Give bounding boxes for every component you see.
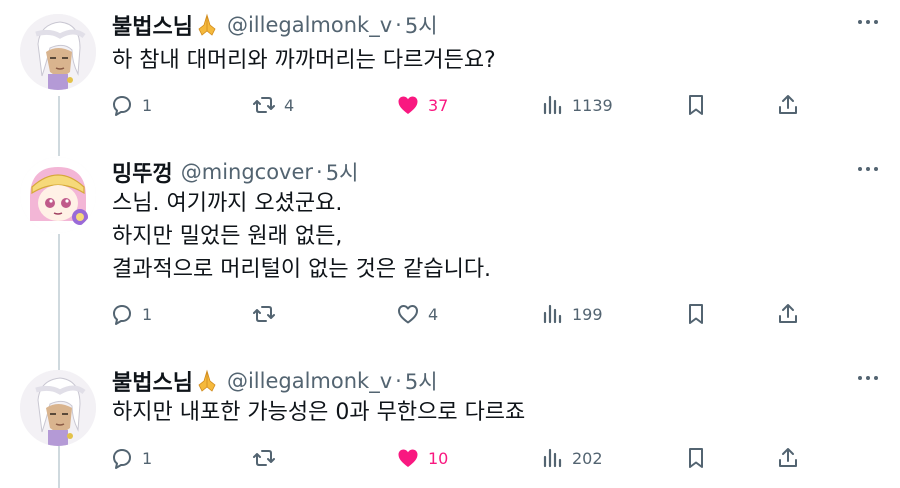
tweet-line: 결과적으로 머리털이 없는 것은 같습니다.: [112, 257, 492, 282]
analytics-icon: [543, 304, 562, 324]
tweet-text: 스님. 여기까지 오셨군요. 하지만 밀었든 원래 없든, 결과적으로 머리털이…: [112, 187, 491, 286]
retweet-button[interactable]: 4: [252, 90, 294, 120]
share-icon: [779, 95, 797, 114]
more-options-icon[interactable]: [858, 376, 878, 380]
heart-filled-icon: [398, 449, 418, 467]
reply-count: 1: [142, 95, 153, 115]
views-button[interactable]: 199: [540, 299, 603, 329]
bookmark-button[interactable]: [684, 90, 708, 120]
tweet-text: 하지만 내포한 가능성은 0과 무한으로 다르죠: [112, 396, 525, 429]
user-handle[interactable]: @illegalmonk_v: [227, 369, 392, 393]
retweet-button[interactable]: [252, 443, 284, 473]
folded-hands-emoji: [195, 13, 219, 37]
bookmark-icon: [689, 95, 703, 115]
tweet-text: 하 참내 대머리와 까까머리는 다르거든요?: [112, 44, 496, 77]
avatar[interactable]: [20, 14, 96, 90]
analytics-icon: [543, 95, 562, 115]
like-count: 37: [428, 95, 449, 115]
display-name[interactable]: 밍뚜껑: [112, 156, 173, 188]
tweet[interactable]: 밍뚜껑 @mingcover · 5시 스님. 여기까지 오셨군요. 하지만 밀…: [0, 157, 900, 337]
retweet-icon: [253, 450, 275, 466]
bookmark-button[interactable]: [684, 299, 708, 329]
more-options-icon[interactable]: [858, 167, 878, 171]
more-options-icon[interactable]: [858, 20, 878, 24]
reply-icon: [113, 449, 131, 469]
view-count: 202: [572, 448, 603, 468]
view-count: 199: [572, 304, 603, 324]
dot-separator: ·: [395, 369, 402, 393]
tweet-header: 밍뚜껑 @mingcover · 5시: [112, 157, 358, 187]
tweet[interactable]: 불법스님 @illegalmonk_v · 5시 하지만 내포한 가능성은 0과…: [0, 366, 900, 486]
retweet-icon: [253, 97, 275, 113]
heart-outline-icon: [398, 305, 418, 324]
retweet-button[interactable]: [252, 299, 284, 329]
reply-button[interactable]: 1: [110, 90, 152, 120]
like-button[interactable]: 4: [396, 299, 438, 329]
share-button[interactable]: [776, 90, 800, 120]
view-count: 1139: [572, 95, 613, 115]
like-button[interactable]: 37: [396, 90, 448, 120]
avatar[interactable]: [20, 157, 96, 233]
share-icon: [779, 448, 797, 467]
reply-count: 1: [142, 304, 153, 324]
like-count: 4: [428, 304, 439, 324]
like-count: 10: [428, 448, 449, 468]
action-bar: 1 4 199: [0, 299, 900, 329]
user-handle[interactable]: @mingcover: [181, 160, 313, 184]
share-button[interactable]: [776, 443, 800, 473]
dot-separator: ·: [316, 160, 323, 184]
tweet-header: 불법스님 @illegalmonk_v · 5시: [112, 10, 438, 40]
reply-icon: [113, 305, 131, 325]
share-button[interactable]: [776, 299, 800, 329]
action-bar: 1 10 202: [0, 443, 900, 473]
tweet-line: 하지만 내포한 가능성은 0과 무한으로 다르죠: [112, 400, 526, 425]
bookmark-icon: [689, 448, 703, 468]
tweet-header: 불법스님 @illegalmonk_v · 5시: [112, 366, 438, 396]
bookmark-icon: [689, 304, 703, 324]
action-bar: 1 4 37 1139: [0, 90, 900, 120]
retweet-count: 4: [284, 95, 295, 115]
timestamp[interactable]: 5시: [326, 157, 359, 187]
reply-button[interactable]: 1: [110, 443, 152, 473]
heart-filled-icon: [398, 96, 418, 114]
display-name[interactable]: 불법스님: [112, 365, 193, 397]
bookmark-button[interactable]: [684, 443, 708, 473]
user-handle[interactable]: @illegalmonk_v: [227, 13, 392, 37]
reply-icon: [113, 96, 131, 116]
analytics-icon: [543, 448, 562, 468]
reply-count: 1: [142, 448, 153, 468]
views-button[interactable]: 1139: [540, 90, 613, 120]
retweet-icon: [253, 306, 275, 322]
like-button[interactable]: 10: [396, 443, 448, 473]
dot-separator: ·: [395, 13, 402, 37]
views-button[interactable]: 202: [540, 443, 603, 473]
share-icon: [779, 304, 797, 323]
timestamp[interactable]: 5시: [405, 10, 438, 40]
tweet-line: 스님. 여기까지 오셨군요.: [112, 191, 343, 216]
folded-hands-emoji: [195, 369, 219, 393]
display-name[interactable]: 불법스님: [112, 9, 193, 41]
timestamp[interactable]: 5시: [405, 366, 438, 396]
tweet-line: 하지만 밀었든 원래 없든,: [112, 224, 343, 249]
tweet-line: 하 참내 대머리와 까까머리는 다르거든요?: [112, 48, 496, 73]
reply-button[interactable]: 1: [110, 299, 152, 329]
avatar[interactable]: [20, 370, 96, 446]
tweet[interactable]: 불법스님 @illegalmonk_v · 5시 하 참내 대머리와 까까머리는…: [0, 10, 900, 150]
